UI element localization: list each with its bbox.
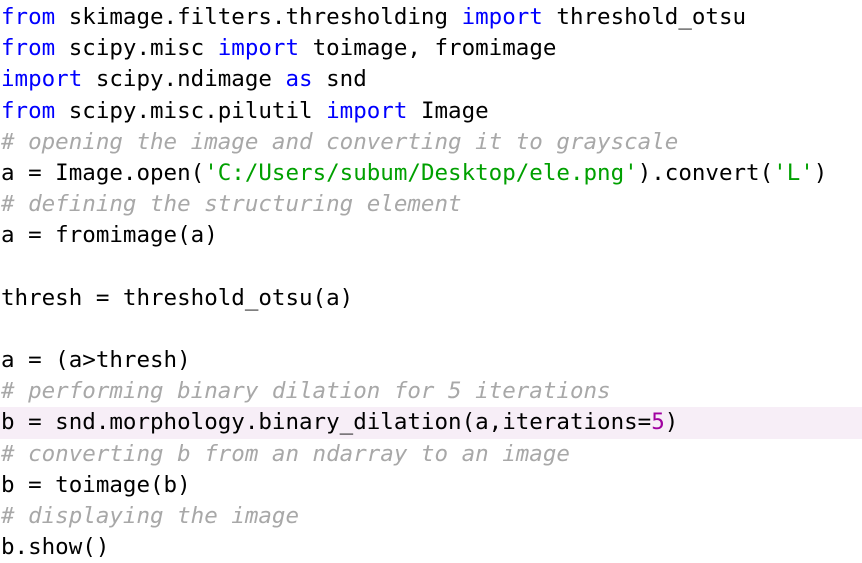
comment-token: # converting b from an ndarray to an ima… bbox=[1, 440, 570, 467]
comment-token: # opening the image and converting it to… bbox=[1, 128, 679, 155]
keyword-token: import bbox=[1, 66, 83, 93]
code-line[interactable]: b = toimage(b) bbox=[0, 470, 862, 501]
code-token: scipy.misc.pilutil bbox=[55, 97, 327, 124]
number-token: 5 bbox=[651, 409, 665, 436]
code-token: toimage, fromimage bbox=[299, 35, 557, 62]
code-token: ) bbox=[664, 409, 679, 436]
code-line[interactable]: from skimage.filters.thresholding import… bbox=[0, 2, 862, 33]
code-line[interactable]: thresh = threshold_otsu(a) bbox=[0, 283, 862, 314]
code-line[interactable]: from scipy.misc.pilutil import Image bbox=[0, 96, 862, 127]
code-line[interactable]: a = Image.open('C:/Users/subum/Desktop/e… bbox=[0, 158, 862, 189]
code-line[interactable]: # displaying the image bbox=[0, 501, 862, 532]
code-line[interactable]: a = (a>thresh) bbox=[0, 345, 862, 376]
code-token: skimage.filters.thresholding bbox=[55, 4, 462, 30]
code-line[interactable]: # defining the structuring element bbox=[0, 189, 862, 220]
keyword-token: import bbox=[217, 35, 300, 62]
comment-token: # performing binary dilation for 5 itera… bbox=[1, 378, 611, 405]
code-line[interactable]: # converting b from an ndarray to an ima… bbox=[0, 439, 862, 470]
code-token: a = fromimage(a) bbox=[1, 222, 218, 249]
code-token: ) bbox=[813, 159, 828, 186]
code-line[interactable]: import scipy.ndimage as snd bbox=[0, 64, 862, 95]
code-token: b.show() bbox=[1, 534, 110, 561]
keyword-token: import bbox=[461, 4, 543, 30]
keyword-token: from bbox=[1, 4, 56, 30]
code-line[interactable]: # performing binary dilation for 5 itera… bbox=[0, 376, 862, 407]
code-token: ).convert( bbox=[637, 159, 774, 186]
code-token: threshold_otsu bbox=[542, 4, 747, 30]
current-code-line[interactable]: b = snd.morphology.binary_dilation(a,ite… bbox=[0, 407, 862, 439]
keyword-token: from bbox=[1, 35, 56, 62]
code-line[interactable] bbox=[0, 314, 862, 345]
keyword-token: import bbox=[326, 97, 408, 124]
code-editor[interactable]: from skimage.filters.thresholding import… bbox=[0, 0, 862, 563]
code-token: b = snd.morphology.binary_dilation(a,ite… bbox=[1, 409, 652, 436]
code-token: a = (a>thresh) bbox=[1, 347, 191, 374]
code-token: snd bbox=[312, 66, 367, 93]
code-line[interactable]: from scipy.misc import toimage, fromimag… bbox=[0, 33, 862, 64]
code-line[interactable]: b.show() bbox=[0, 532, 862, 563]
code-token: scipy.misc bbox=[55, 35, 218, 62]
keyword-token: from bbox=[1, 97, 56, 124]
code-token: b = toimage(b) bbox=[1, 471, 191, 498]
string-token: 'C:/Users/subum/Desktop/ele.png' bbox=[204, 159, 638, 186]
code-token: a = Image.open( bbox=[1, 159, 205, 186]
comment-token: # displaying the image bbox=[1, 503, 300, 529]
comment-token: # defining the structuring element bbox=[1, 191, 462, 218]
keyword-token: as bbox=[285, 66, 313, 93]
code-line[interactable]: # opening the image and converting it to… bbox=[0, 127, 862, 158]
code-token: Image bbox=[407, 97, 489, 124]
string-token: 'L' bbox=[773, 159, 814, 186]
code-line[interactable]: a = fromimage(a) bbox=[0, 220, 862, 251]
code-token: thresh = threshold_otsu(a) bbox=[1, 284, 354, 311]
code-line[interactable] bbox=[0, 252, 862, 283]
code-token: scipy.ndimage bbox=[82, 66, 286, 93]
